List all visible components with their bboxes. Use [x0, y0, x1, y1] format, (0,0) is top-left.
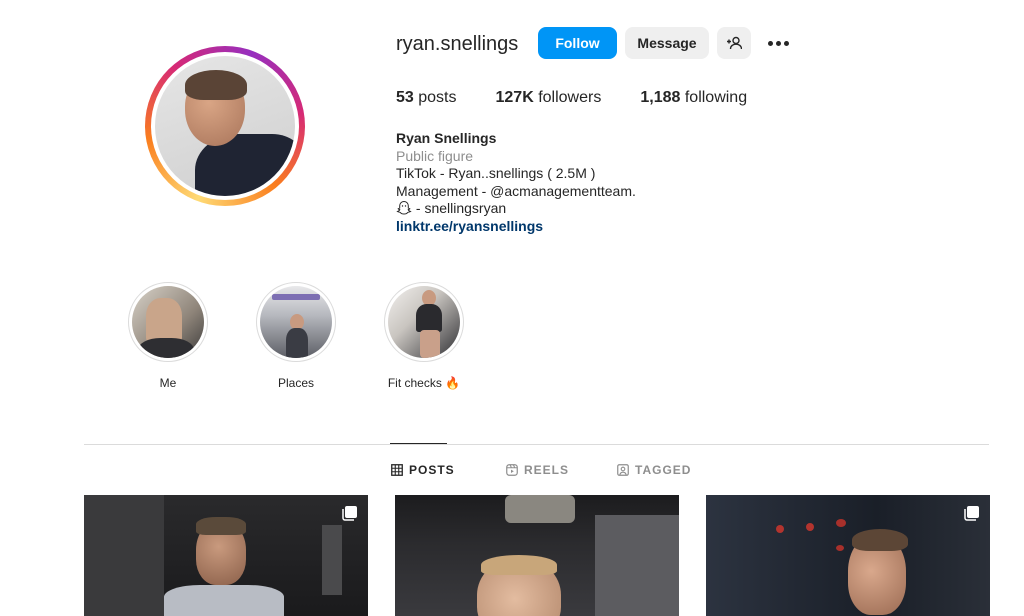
followers-stat-label: followers — [538, 89, 602, 106]
following-stat[interactable]: 1,188 following — [640, 89, 747, 107]
tab-posts-label: POSTS — [409, 463, 455, 477]
follow-button[interactable]: Follow — [538, 27, 617, 59]
post-background-object — [505, 495, 575, 523]
tab-reels[interactable]: REELS — [506, 463, 569, 477]
tabs-divider — [84, 444, 989, 445]
bio-line-management: Management - @acmanagementteam. — [396, 182, 636, 199]
highlight-cover — [260, 286, 332, 358]
highlight-figure — [420, 330, 440, 358]
more-options-icon[interactable] — [762, 31, 794, 55]
highlight-cover — [388, 286, 460, 358]
tab-tagged-label: TAGGED — [635, 463, 692, 477]
avatar-hair — [185, 70, 247, 100]
highlight-cover — [132, 286, 204, 358]
profile-category: Public figure — [396, 147, 474, 164]
profile-stats: 53 posts 127K followers 1,188 following — [396, 89, 786, 107]
followers-stat[interactable]: 127K followers — [496, 89, 602, 107]
highlight-figure — [286, 328, 308, 358]
post-subject-shirt — [164, 585, 284, 616]
reels-icon — [506, 464, 518, 476]
tab-posts[interactable]: POSTS — [391, 463, 455, 477]
post-background-light — [776, 525, 784, 533]
message-button[interactable]: Message — [625, 27, 709, 59]
followers-count: 127K — [495, 89, 534, 106]
carousel-icon — [342, 506, 357, 521]
highlight-label: Me — [159, 376, 177, 390]
post-background-device — [322, 525, 342, 595]
active-tab-indicator — [390, 443, 447, 444]
highlight-figure — [146, 298, 182, 342]
ghost-icon — [396, 200, 412, 215]
following-count: 1,188 — [640, 89, 681, 106]
post-background-door — [595, 515, 679, 616]
tab-tagged[interactable]: TAGGED — [617, 463, 691, 477]
posts-count: 53 — [396, 89, 414, 106]
posts-stat: 53 posts — [396, 89, 457, 107]
bio-external-link[interactable]: linktr.ee/ryansnellings — [396, 218, 636, 236]
tab-reels-label: REELS — [524, 463, 570, 477]
bio-line-tiktok: TikTok - Ryan..snellings ( 2.5M ) — [396, 165, 596, 181]
post-background-wall — [84, 495, 164, 616]
suggest-users-button[interactable] — [717, 27, 751, 59]
post-background-light — [836, 519, 846, 527]
more-dot — [775, 40, 781, 46]
profile-avatar-ring[interactable] — [145, 46, 305, 206]
avatar-frame — [151, 52, 299, 200]
story-highlight-me[interactable]: Me — [128, 282, 208, 390]
highlight-figure — [416, 304, 442, 332]
highlight-ring — [384, 282, 464, 362]
post-background-light — [836, 545, 844, 551]
more-dot — [767, 40, 773, 46]
post-subject-hair — [481, 555, 557, 575]
profile-full-name: Ryan Snellings — [396, 130, 497, 146]
bio-snapchat-handle: - snellingsryan — [412, 200, 507, 216]
post-subject-hair — [852, 529, 908, 551]
profile-bio: Ryan Snellings Public figure TikTok - Ry… — [396, 130, 636, 235]
carousel-icon — [964, 506, 979, 521]
tagged-icon — [617, 464, 629, 476]
post-thumbnail[interactable] — [706, 495, 990, 616]
post-subject-hair — [196, 517, 246, 535]
post-thumbnail[interactable] — [395, 495, 679, 616]
post-background-light — [806, 523, 814, 531]
highlight-label: Places — [277, 376, 315, 390]
highlight-figure — [138, 338, 194, 358]
following-stat-label: following — [684, 89, 748, 106]
highlight-ring — [128, 282, 208, 362]
bio-line-snapchat: - snellingsryan — [396, 200, 636, 218]
avatar — [155, 56, 295, 196]
highlight-ring — [256, 282, 336, 362]
add-user-icon — [727, 36, 742, 50]
post-thumbnail[interactable] — [84, 495, 368, 616]
highlight-figure — [272, 294, 320, 300]
highlight-label: Fit checks 🔥 — [387, 376, 461, 390]
posts-stat-label: posts — [418, 89, 457, 106]
story-highlight-fit-checks[interactable]: Fit checks 🔥 — [384, 282, 464, 390]
profile-username: ryan.snellings — [396, 33, 519, 55]
story-highlight-places[interactable]: Places — [256, 282, 336, 390]
grid-icon — [391, 464, 403, 476]
more-dot — [783, 40, 789, 46]
